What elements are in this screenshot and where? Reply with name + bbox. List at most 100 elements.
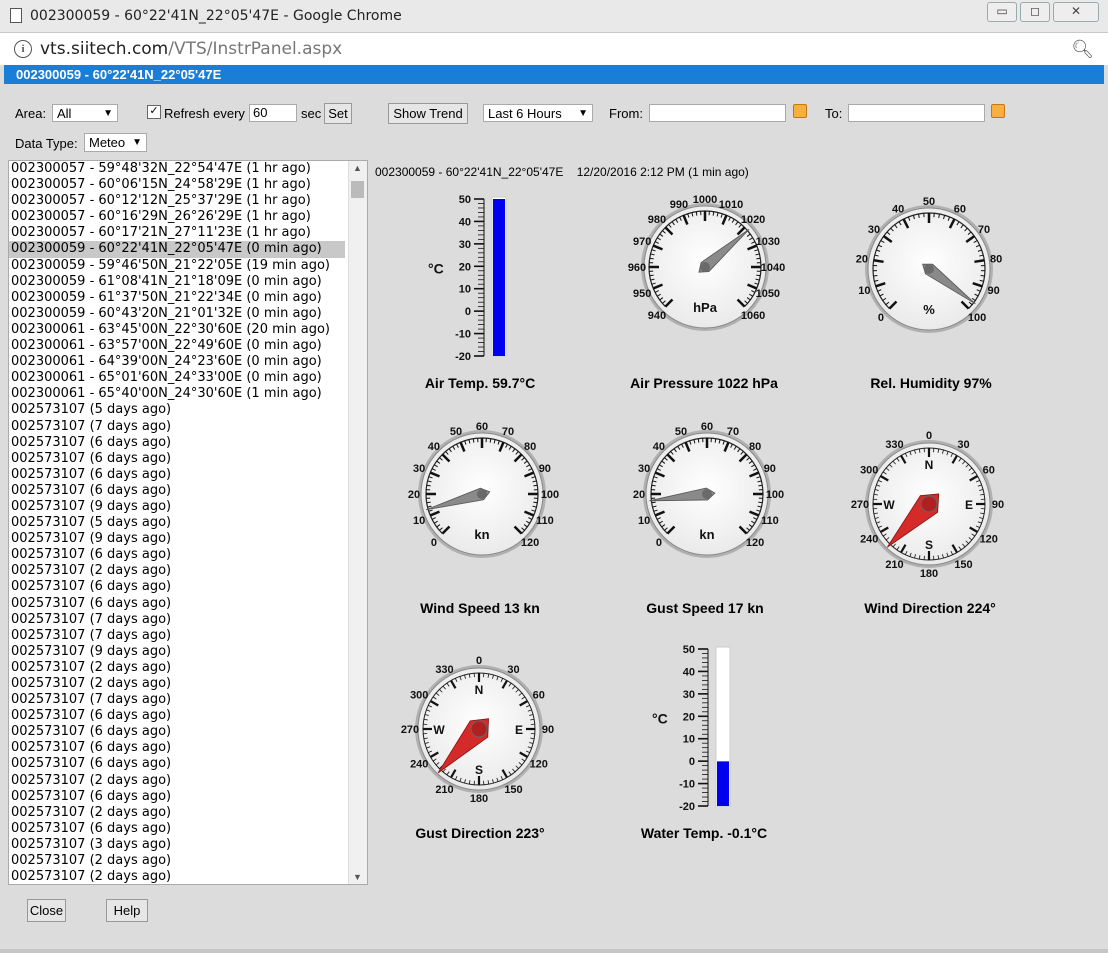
wind-speed-gauge: 0 10 20 3040 50 60 70 8090 100 110 120 kn [408,421,559,558]
window-border [0,949,1108,953]
gust-speed-tick-label: 30 [638,463,650,475]
air-pressure-tick-label: 960 [628,262,646,274]
wind-direction-degree-label: 0 [926,430,932,442]
humidity-gauge: 0 10 20 30 40 50 60 70 80 90 100% [856,196,1002,333]
air-pressure-tick-label: 1050 [756,288,780,300]
water-temp-tick-label: 30 [683,689,695,701]
gust-direction-cardinal-label: N [475,683,484,697]
gust-speed-hub [702,489,712,499]
gust-direction-degree-label: 90 [542,724,554,736]
gust-speed-label: Gust Speed 17 kn [646,600,764,616]
gust-speed-tick-label: 20 [633,489,645,501]
gust-direction-cardinal-label: S [475,763,483,777]
gust-speed-minor-tick [758,484,763,487]
humidity-tick-label: 30 [868,224,880,236]
gust-direction-degree-label: 60 [533,690,545,702]
gust-speed-tick-label: 80 [749,441,761,453]
gust-direction-degree-label: 330 [435,664,453,676]
wind-direction-cardinal-label: E [965,498,973,512]
humidity-major-tick [873,259,884,264]
air-temp-label: Air Temp. 59.7°C [424,375,536,391]
air-pressure-minor-tick [695,211,698,216]
water-temp-tick-label: 0 [689,756,695,768]
humidity-unit: % [923,302,935,317]
humidity-major-tick [974,259,985,264]
humidity-tick-label: 80 [990,253,1002,265]
wind-direction-cardinal-label: N [925,458,934,472]
wind-speed-tick-label: 120 [521,537,539,549]
water-temp-label: Water Temp. -0.1°C [640,825,768,841]
gust-speed-minor-tick [651,484,656,487]
wind-direction-degree-label: 300 [860,465,878,477]
wind-direction-degree-label: 120 [980,534,998,546]
air-temp-tick-label: 40 [459,216,471,228]
gust-speed-tick-label: 110 [761,515,779,527]
air-pressure-tick-label: 1030 [756,236,780,248]
wind-direction-degree-label: 30 [957,439,969,451]
humidity-tick-label: 90 [988,285,1000,297]
air-pressure-tick-label: 1000 [693,194,717,206]
gust-speed-tick-label: 50 [675,426,687,438]
wind-direction-cardinal-label: S [925,538,933,552]
humidity-tick-label: 10 [858,285,870,297]
wind-direction-degree-label: 150 [954,559,972,571]
gust-speed-minor-tick [651,501,656,504]
gust-speed-tick-label: 60 [701,421,713,433]
air-pressure-tick-label: 1020 [741,214,765,226]
wind-speed-tick-label: 80 [524,441,536,453]
wind-speed-tick-label: 10 [413,515,425,527]
wind-speed-tick-label: 90 [539,463,551,475]
air-pressure-gauge: 940 950 960 970 980 990 1000 1010 1020 1030 1040 10… [628,194,785,331]
wind-speed-tick-label: 70 [502,426,514,438]
wind-speed-minor-tick [472,438,475,443]
air-pressure-minor-tick [712,211,715,216]
wind-speed-tick-label: 40 [428,441,440,453]
water-temp-tick-label: 40 [683,666,695,678]
air-pressure-tick-label: 940 [648,310,666,322]
wind-direction-degree-label: 180 [920,568,938,580]
gust-speed-unit: kn [699,527,714,542]
wind-speed-tick-label: 50 [450,426,462,438]
gust-direction-degree-label: 30 [507,664,519,676]
gust-speed-tick-label: 40 [653,441,665,453]
wind-speed-label: Wind Speed 13 kn [420,600,540,616]
wind-direction-gauge: 0 30 60 90 120 150 180 210 240 270 300 330 N E S W [851,430,1004,580]
gust-direction-cardinal-label: W [433,723,445,737]
wind-speed-tick-label: 110 [536,515,554,527]
air-temp-fill [493,199,505,356]
gust-direction-label: Gust Direction 223° [415,825,545,841]
wind-speed-tick-label: 30 [413,463,425,475]
air-temp-unit: °C [428,261,444,277]
gust-speed-minor-tick [758,501,763,504]
air-pressure-unit: hPa [693,300,718,315]
air-pressure-minor-tick [649,274,654,277]
wind-direction-hub [920,495,938,513]
air-pressure-tick-label: 1040 [761,262,785,274]
air-pressure-tick-label: 970 [633,236,651,248]
gust-direction-gauge: 0 30 60 90 120 150 180 210 240 270 300 330 N E S W [401,655,554,805]
wind-direction-degree-label: 60 [983,465,995,477]
wind-speed-minor-tick [489,438,492,443]
gust-speed-tick-label: 120 [746,537,764,549]
air-pressure-hub [700,262,710,272]
water-temp-tick-label: -10 [679,779,695,791]
wind-direction-degree-label: 240 [860,534,878,546]
gust-direction-degree-label: 210 [435,784,453,796]
humidity-hub [924,264,934,274]
air-pressure-tick-label: 1010 [719,199,743,211]
wind-direction-degree-label: 270 [851,499,869,511]
help-button[interactable]: Help [106,899,148,922]
gust-speed-tick-label: 100 [766,489,784,501]
gust-direction-degree-label: 240 [410,759,428,771]
water-temp-gauge: 50 40 30 20 10 0 -10 -20 °C [652,644,731,813]
wind-speed-tick-label: 60 [476,421,488,433]
gust-direction-degree-label: 150 [504,784,522,796]
close-button[interactable]: Close [27,899,66,922]
wind-direction-degree-label: 210 [885,559,903,571]
air-pressure-tick-label: 980 [648,214,666,226]
humidity-tick-label: 70 [978,224,990,236]
gust-direction-degree-label: 300 [410,690,428,702]
water-temp-tick-label: 10 [683,734,695,746]
wind-direction-label: Wind Direction 224° [864,600,996,616]
gust-speed-tick-label: 10 [638,515,650,527]
